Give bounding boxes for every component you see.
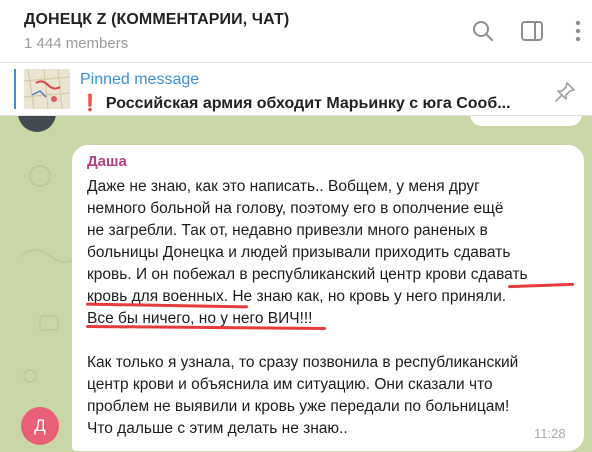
member-count: 1 444 members <box>24 35 129 52</box>
pinned-label: Pinned message <box>80 71 200 88</box>
chat-title[interactable]: ДОНЕЦК Z (КОММЕНТАРИИ, ЧАТ) <box>24 11 289 29</box>
sidebar-toggle-icon[interactable] <box>519 18 545 44</box>
message-line: Что дальше с этим делать не знаю.. <box>87 420 348 437</box>
message-line: центр крови и объяснила им ситуацию. Они… <box>87 376 493 393</box>
chat-header: ДОНЕЦК Z (КОММЕНТАРИИ, ЧАТ) 1 444 member… <box>0 0 592 63</box>
sender-name[interactable]: Даша <box>87 153 127 170</box>
message-line: больницы Донецка и людей призывали прихо… <box>87 244 511 261</box>
message-line: не загребли. Так от, недавно привезли мн… <box>87 222 488 239</box>
previous-message-bubble <box>470 116 582 126</box>
more-vert-icon[interactable] <box>565 18 591 44</box>
pinned-thumbnail <box>24 69 70 109</box>
search-icon[interactable] <box>470 18 496 44</box>
avatar[interactable]: Д <box>21 407 59 445</box>
message-line: Как только я узнала, то сразу позвонила … <box>87 354 519 371</box>
pinned-text: ❗ Российская армия обходит Марьинку с юга… <box>80 93 520 113</box>
pinned-text-content: Российская армия обходит Марьинку с юга … <box>105 95 511 112</box>
unpin-icon[interactable] <box>553 80 577 104</box>
message-line: проблем не выявили и кровь уже передали … <box>87 398 510 415</box>
message-line: кровь. И он побежал в республиканский це… <box>87 266 528 283</box>
message-line: немного больной на голову, поэтому его в… <box>87 200 504 217</box>
pinned-message-bar[interactable]: Pinned message ❗ Российская армия обходит… <box>0 63 592 116</box>
message-line: Даже не знаю, как это написать.. Вобщем,… <box>87 178 480 195</box>
exclamation-icon: ❗ <box>80 95 100 112</box>
message-time: 11:28 <box>534 426 566 441</box>
pinned-accent-bar <box>14 69 16 109</box>
